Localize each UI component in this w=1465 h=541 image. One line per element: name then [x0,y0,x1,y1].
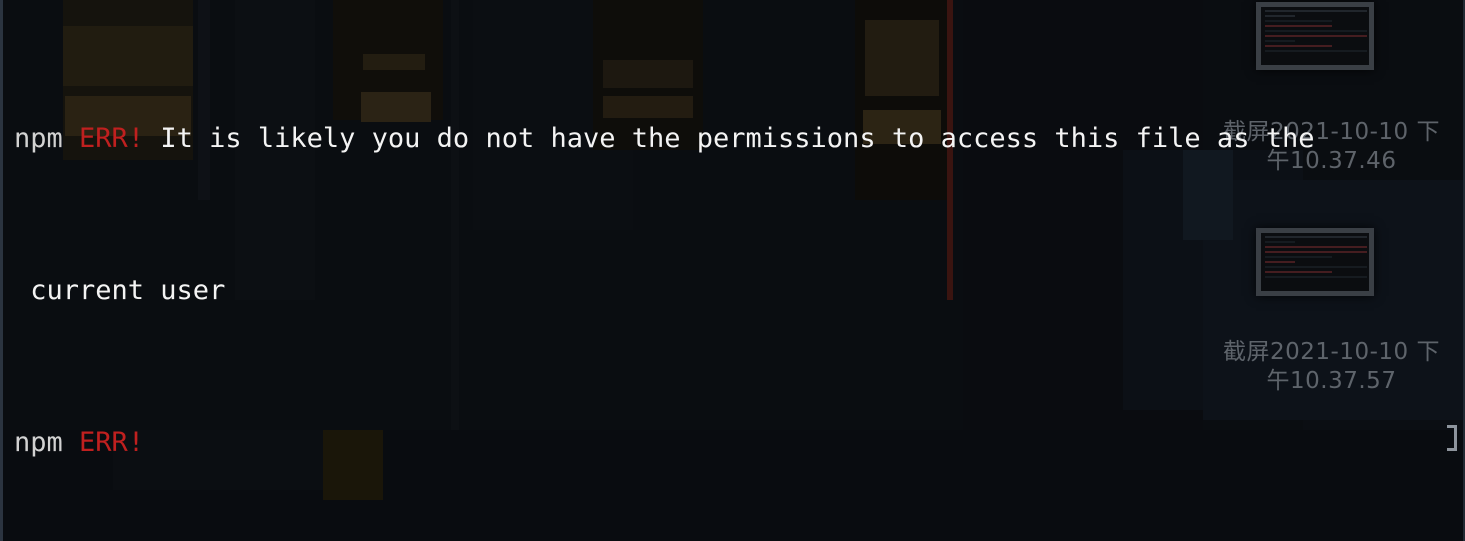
npm-prefix: npm [14,123,63,154]
console-line-text: It is likely you do not have the permiss… [144,123,1315,154]
err-prefix: ERR! [79,123,145,154]
console-line: npm ERR! It is likely you do not have th… [14,120,1463,158]
console-line-text: current user [14,275,226,306]
console-line: current user [14,272,1463,310]
err-prefix: ERR! [79,427,145,458]
terminal-window[interactable]: 截屏2021-10-10 下 午10.37.46 截屏2021-10-10 下 … [0,0,1465,541]
npm-prefix: npm [14,427,63,458]
console-line: npm ERR! [14,424,1463,462]
console-output[interactable]: npm ERR! It is likely you do not have th… [3,0,1463,541]
